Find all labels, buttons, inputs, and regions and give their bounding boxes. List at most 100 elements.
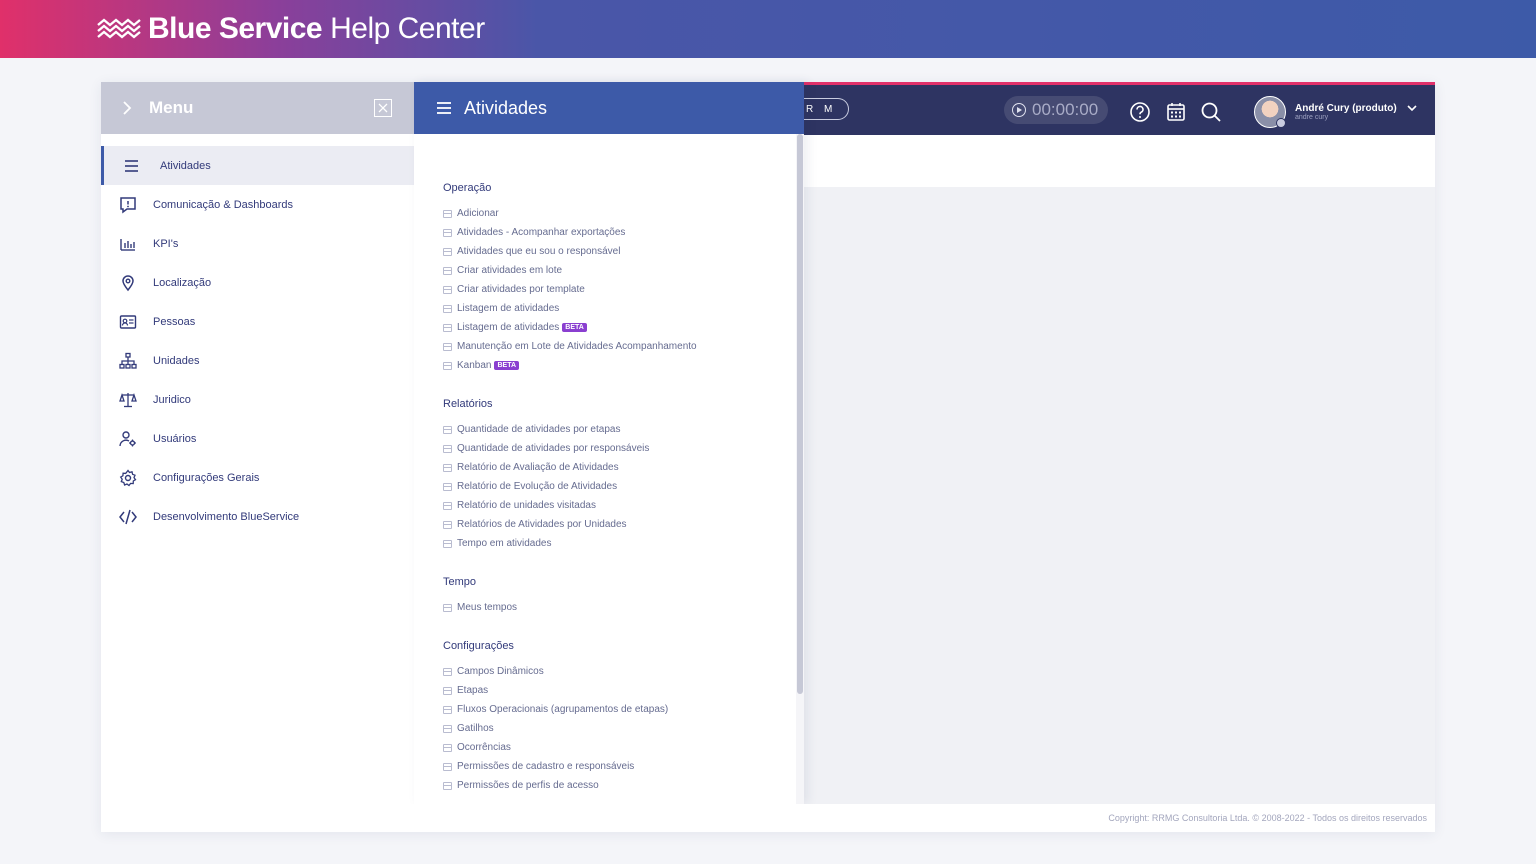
page-icon — [443, 539, 452, 548]
hamburger-icon[interactable] — [436, 101, 452, 115]
submenu-link[interactable]: Criar atividades por template — [443, 280, 804, 299]
bar-chart-icon — [120, 238, 135, 251]
close-menu-button[interactable] — [374, 99, 392, 117]
submenu-link-label: Permissões de cadastro e responsáveis — [457, 761, 635, 772]
submenu-link[interactable]: Manutenção em Lote de Atividades Acompan… — [443, 337, 804, 356]
submenu-link-label: Relatório de Avaliação de Atividades — [457, 462, 619, 473]
submenu-link[interactable]: Relatório de unidades visitadas — [443, 496, 804, 515]
submenu-link[interactable]: Listagem de atividades BETA — [443, 318, 804, 337]
submenu-link-label: Listagem de atividades — [457, 303, 560, 314]
section-title: Configurações — [443, 640, 514, 652]
gear-icon — [119, 468, 137, 486]
sidebar-item-juridico[interactable]: Juridico — [101, 380, 414, 419]
sidebar-item-localizacao[interactable]: Localização — [101, 263, 414, 302]
submenu-link[interactable]: Permissões de cadastro e responsáveis — [443, 757, 804, 776]
submenu-link[interactable]: Adicionar — [443, 204, 804, 223]
submenu-link[interactable]: Relatório de Evolução de Atividades — [443, 477, 804, 496]
submenu-link-label: Criar atividades em lote — [457, 265, 563, 276]
submenu-link-label: Adicionar — [457, 208, 499, 219]
message-alert-icon — [120, 196, 136, 213]
search-icon[interactable] — [1200, 101, 1222, 123]
submenu-link[interactable]: Gatilhos — [443, 719, 804, 738]
code-icon — [119, 509, 137, 524]
sidebar-item-configuracoes-gerais[interactable]: Configurações Gerais — [101, 458, 414, 497]
user-menu[interactable]: André Cury (produto) andre cury — [1254, 96, 1417, 128]
sidebar-item-label: Localização — [153, 276, 212, 289]
scrollbar-thumb[interactable] — [797, 134, 803, 694]
submenu-link-label: Tempo em atividades — [457, 538, 552, 549]
sidebar-item-usuarios[interactable]: Usuários — [101, 419, 414, 458]
page-icon — [443, 482, 452, 491]
page-icon — [443, 762, 452, 771]
workspace-pill[interactable]: R M — [804, 98, 849, 120]
section-title: Relatórios — [443, 398, 493, 410]
sidebar-item-label: Unidades — [153, 354, 200, 367]
sidebar-item-desenvolvimento[interactable]: Desenvolvimento BlueService — [101, 497, 414, 536]
submenu-link[interactable]: Fluxos Operacionais (agrupamentos de eta… — [443, 700, 804, 719]
submenu-link-label: Permissões de perfis de acesso — [457, 780, 599, 791]
submenu-link-label: Fluxos Operacionais (agrupamentos de eta… — [457, 704, 669, 715]
page-icon — [443, 724, 452, 733]
avatar[interactable] — [1254, 96, 1286, 128]
footer: Copyright: RRMG Consultoria Ltda. © 2008… — [101, 804, 1435, 832]
submenu-link[interactable]: Ocorrências — [443, 738, 804, 757]
page-icon — [443, 323, 452, 332]
menu-list: Atividades Comunicação & Dashboards KPI'… — [101, 146, 414, 536]
user-gear-icon — [119, 430, 136, 446]
map-pin-icon — [122, 274, 134, 291]
page-icon — [443, 520, 452, 529]
app-frame: R M 00:00:00 André Cury (produto) andre … — [101, 82, 1435, 832]
submenu-link-label: Etapas — [457, 685, 489, 696]
submenu-link-label: Meus tempos — [457, 602, 518, 613]
page-icon — [443, 743, 452, 752]
copyright-text: Copyright: RRMG Consultoria Ltda. © 2008… — [1108, 813, 1427, 823]
submenu-link-label: Manutenção em Lote de Atividades Acompan… — [457, 341, 697, 352]
submenu-link[interactable]: Quantidade de atividades por etapas — [443, 420, 804, 439]
submenu-scrollbar[interactable] — [796, 134, 804, 804]
sidebar-item-comunicacao[interactable]: Comunicação & Dashboards — [101, 185, 414, 224]
submenu-link[interactable]: Kanban BETA — [443, 356, 804, 375]
page-icon — [443, 228, 452, 237]
page-icon — [443, 266, 452, 275]
submenu-link[interactable]: Atividades que eu sou o responsável — [443, 242, 804, 261]
sidebar-item-atividades[interactable]: Atividades — [101, 146, 414, 185]
submenu-link[interactable]: Permissões de perfis de acesso — [443, 776, 804, 795]
calendar-icon[interactable] — [1165, 101, 1187, 123]
submenu-link-label: Listagem de atividades — [457, 322, 560, 333]
submenu-link[interactable]: Relatórios de Atividades por Unidades — [443, 515, 804, 534]
chevron-down-icon[interactable] — [1406, 102, 1418, 114]
close-icon[interactable] — [378, 103, 388, 113]
page-icon — [443, 603, 452, 612]
sidebar-item-label: Configurações Gerais — [153, 471, 260, 484]
submenu-link-label: Relatório de Evolução de Atividades — [457, 481, 618, 492]
id-card-icon — [119, 314, 137, 329]
submenu-link[interactable]: Campos Dinâmicos — [443, 662, 804, 681]
submenu-link[interactable]: Listagem de atividades — [443, 299, 804, 318]
help-center-header: Blue Service Help Center — [0, 0, 1536, 58]
user-info: André Cury (produto) andre cury — [1295, 103, 1397, 121]
sidebar-item-unidades[interactable]: Unidades — [101, 341, 414, 380]
submenu-link[interactable]: Tempo em atividades — [443, 534, 804, 553]
submenu-link-label: Gatilhos — [457, 723, 494, 734]
page-icon — [443, 425, 452, 434]
beta-badge: BETA — [562, 323, 587, 332]
sidebar-item-pessoas[interactable]: Pessoas — [101, 302, 414, 341]
list-icon — [125, 159, 138, 172]
chevron-right-icon[interactable] — [121, 100, 133, 116]
submenu-link[interactable]: Etapas — [443, 681, 804, 700]
page-icon — [443, 705, 452, 714]
submenu-link-label: Quantidade de atividades por etapas — [457, 424, 621, 435]
submenu-link[interactable]: Meus tempos — [443, 598, 804, 617]
sidebar-item-label: Pessoas — [153, 315, 196, 328]
section-title: Tempo — [443, 576, 477, 588]
submenu-link[interactable]: Criar atividades em lote — [443, 261, 804, 280]
sidebar-item-kpis[interactable]: KPI's — [101, 224, 414, 263]
help-icon[interactable] — [1129, 101, 1151, 123]
submenu-link[interactable]: Quantidade de atividades por responsávei… — [443, 439, 804, 458]
activity-timer[interactable]: 00:00:00 — [1004, 96, 1108, 124]
submenu-link[interactable]: Atividades - Acompanhar exportações — [443, 223, 804, 242]
page-icon — [443, 781, 452, 790]
page-icon — [443, 342, 452, 351]
play-icon[interactable] — [1012, 103, 1026, 117]
submenu-link[interactable]: Relatório de Avaliação de Atividades — [443, 458, 804, 477]
